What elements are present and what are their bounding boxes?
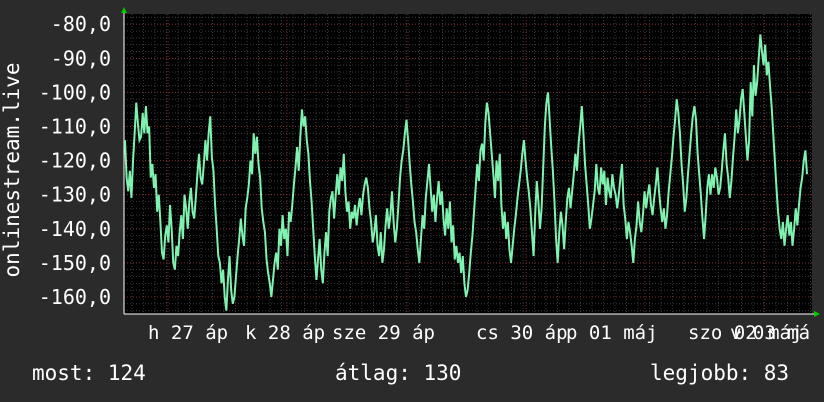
- average-stat: átlag: 130: [335, 361, 462, 385]
- x-tick-label: k 28 áp: [245, 322, 325, 344]
- x-tick-label: h 27 áp: [148, 322, 228, 344]
- y-axis-arrow: [121, 7, 127, 13]
- x-tick-label: cs 30 áp: [476, 322, 568, 344]
- y-axis-label: onlinestream.live: [0, 63, 24, 278]
- x-tick-labels: h 27 áp k 28 áp sze 29 áp cs 30 ápp 01 máj s…: [148, 322, 810, 344]
- current-stat: most: 124: [32, 361, 146, 385]
- chart-root: -80,0 -90,0 -100,0 -110,0 -120,0 -130,0 -140,0…: [0, 0, 824, 402]
- x-axis-arrow: [814, 311, 820, 317]
- line-chart: -80,0 -90,0 -100,0 -110,0 -120,0 -130,0 -140,0…: [0, 7, 820, 344]
- y-tick-label: -150,0: [39, 251, 111, 275]
- y-tick-label: -160,0: [39, 285, 111, 309]
- x-tick-label: p 01 máj: [566, 322, 658, 344]
- y-tick-label: -130,0: [39, 183, 111, 207]
- y-tick-label: -100,0: [39, 80, 111, 104]
- y-tick-label: -110,0: [39, 115, 111, 139]
- y-tick-label: -140,0: [39, 217, 111, 241]
- best-stat: legjobb: 83: [650, 361, 790, 385]
- y-tick-label: -120,0: [39, 149, 111, 173]
- y-tick-label: -90,0: [51, 46, 111, 70]
- x-tick-label: sze 29 áp: [332, 322, 435, 344]
- y-tick-label: -80,0: [51, 12, 111, 36]
- x-tick-label: v 03 má: [730, 322, 810, 344]
- y-tick-labels: -80,0 -90,0 -100,0 -110,0 -120,0 -130,0 -140,0…: [39, 12, 111, 309]
- plot-area: [124, 14, 812, 314]
